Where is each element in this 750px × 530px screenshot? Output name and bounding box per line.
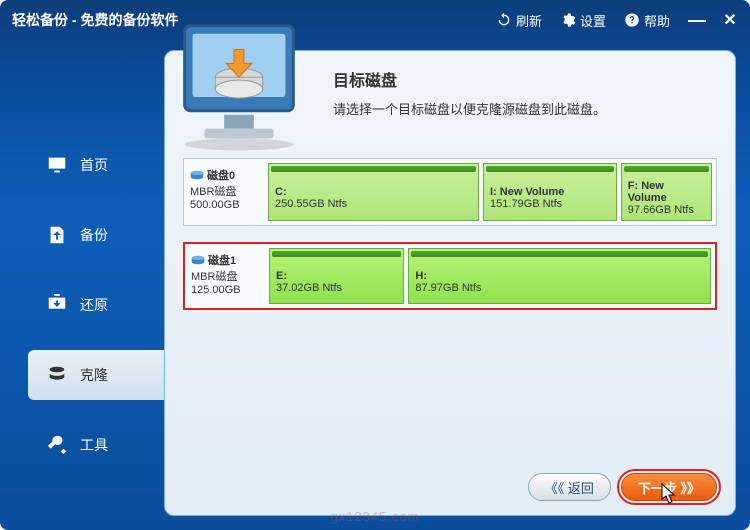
help-icon bbox=[624, 12, 640, 28]
monitor-icon bbox=[46, 154, 68, 176]
disk-info: 磁盘1MBR磁盘125.00GB bbox=[189, 248, 265, 304]
partition-label: I: New Volume bbox=[490, 186, 610, 198]
sidebar-item-label: 首页 bbox=[80, 155, 108, 175]
disk-icon bbox=[191, 255, 205, 265]
restore-icon bbox=[46, 294, 68, 316]
disk-list: 磁盘0MBR磁盘500.00GBC:250.55GB NtfsI: New Vo… bbox=[183, 158, 717, 310]
partition[interactable]: E:37.02GB Ntfs bbox=[269, 248, 404, 304]
disk-row[interactable]: 磁盘1MBR磁盘125.00GBE:37.02GB NtfsH:87.97GB … bbox=[183, 242, 717, 310]
partition-detail: 97.66GB Ntfs bbox=[628, 204, 705, 216]
content-panel: 目标磁盘 请选择一个目标磁盘以便克隆源磁盘到此磁盘。 磁盘0MBR磁盘500.0… bbox=[164, 50, 736, 516]
partition-bar bbox=[486, 166, 614, 172]
cursor-icon bbox=[661, 483, 677, 505]
sidebar-item-label: 克隆 bbox=[80, 365, 108, 385]
sidebar-item-backup[interactable]: 备份 bbox=[0, 210, 164, 260]
gear-icon bbox=[560, 12, 576, 28]
sidebar-item-home[interactable]: 首页 bbox=[0, 140, 164, 190]
disk-type: MBR磁盘 bbox=[191, 268, 263, 284]
partition-label: E: bbox=[276, 270, 397, 282]
sidebar: 首页 备份 还原 克隆 工具 bbox=[0, 40, 164, 530]
disk-name: 磁盘1 bbox=[208, 252, 236, 268]
page-subheading: 请选择一个目标磁盘以便克隆源磁盘到此磁盘。 bbox=[333, 99, 717, 118]
titlebar: 轻松备份 - 免费的备份软件 刷新 设置 帮助 — ✕ bbox=[0, 0, 750, 40]
sidebar-item-tools[interactable]: 工具 bbox=[0, 420, 164, 470]
partition-detail: 37.02GB Ntfs bbox=[276, 282, 397, 294]
sidebar-item-label: 还原 bbox=[80, 295, 108, 315]
back-label: 《《 返回 bbox=[545, 478, 594, 497]
disk-name: 磁盘0 bbox=[207, 167, 235, 183]
back-button[interactable]: 《《 返回 bbox=[528, 473, 611, 501]
partition-bar bbox=[624, 166, 709, 172]
partition-detail: 151.79GB Ntfs bbox=[490, 198, 610, 210]
partition-bar bbox=[272, 251, 401, 257]
sidebar-item-label: 备份 bbox=[80, 225, 108, 245]
disk-size: 125.00GB bbox=[191, 284, 263, 296]
heading-block: 目标磁盘 请选择一个目标磁盘以便克隆源磁盘到此磁盘。 bbox=[333, 67, 717, 118]
sidebar-item-restore[interactable]: 还原 bbox=[0, 280, 164, 330]
partition[interactable]: F: New Volume97.66GB Ntfs bbox=[621, 163, 712, 221]
partition-bar bbox=[271, 166, 476, 172]
body-area: 首页 备份 还原 克隆 工具 bbox=[0, 40, 750, 530]
close-button[interactable]: ✕ bbox=[722, 10, 738, 30]
partition[interactable]: I: New Volume151.79GB Ntfs bbox=[483, 163, 617, 221]
disk-type: MBR磁盘 bbox=[190, 183, 262, 199]
partition-detail: 87.97GB Ntfs bbox=[415, 282, 704, 294]
refresh-label: 刷新 bbox=[516, 11, 542, 30]
settings-label: 设置 bbox=[580, 11, 606, 30]
titlebar-actions: 刷新 设置 帮助 — ✕ bbox=[496, 10, 738, 31]
partition-label: F: New Volume bbox=[628, 180, 705, 204]
refresh-icon bbox=[496, 12, 512, 28]
partition-label: H: bbox=[415, 270, 704, 282]
sidebar-item-label: 工具 bbox=[80, 435, 108, 455]
disk-icon bbox=[190, 170, 204, 180]
minimize-button[interactable]: — bbox=[688, 10, 704, 31]
partition-detail: 250.55GB Ntfs bbox=[275, 198, 472, 210]
partition[interactable]: C:250.55GB Ntfs bbox=[268, 163, 479, 221]
partition-bar bbox=[411, 251, 708, 257]
app-window: 轻松备份 - 免费的备份软件 刷新 设置 帮助 — ✕ 首页 bbox=[0, 0, 750, 530]
clone-icon bbox=[46, 364, 68, 386]
help-button[interactable]: 帮助 bbox=[624, 11, 670, 30]
partition[interactable]: H:87.97GB Ntfs bbox=[408, 248, 711, 304]
disk-size: 500.00GB bbox=[190, 199, 262, 211]
page-heading: 目标磁盘 bbox=[333, 67, 717, 91]
disk-info: 磁盘0MBR磁盘500.00GB bbox=[188, 163, 264, 221]
sidebar-item-clone[interactable]: 克隆 bbox=[28, 350, 164, 400]
tools-icon bbox=[46, 434, 68, 456]
footer-buttons: 《《 返回 下一步 》》 bbox=[183, 459, 717, 501]
help-label: 帮助 bbox=[644, 11, 670, 30]
settings-button[interactable]: 设置 bbox=[560, 11, 606, 30]
watermark: gx12345.com bbox=[330, 509, 419, 524]
backup-icon bbox=[46, 224, 68, 246]
computer-illustration-icon bbox=[155, 19, 323, 169]
partition-label: C: bbox=[275, 186, 472, 198]
refresh-button[interactable]: 刷新 bbox=[496, 11, 542, 30]
